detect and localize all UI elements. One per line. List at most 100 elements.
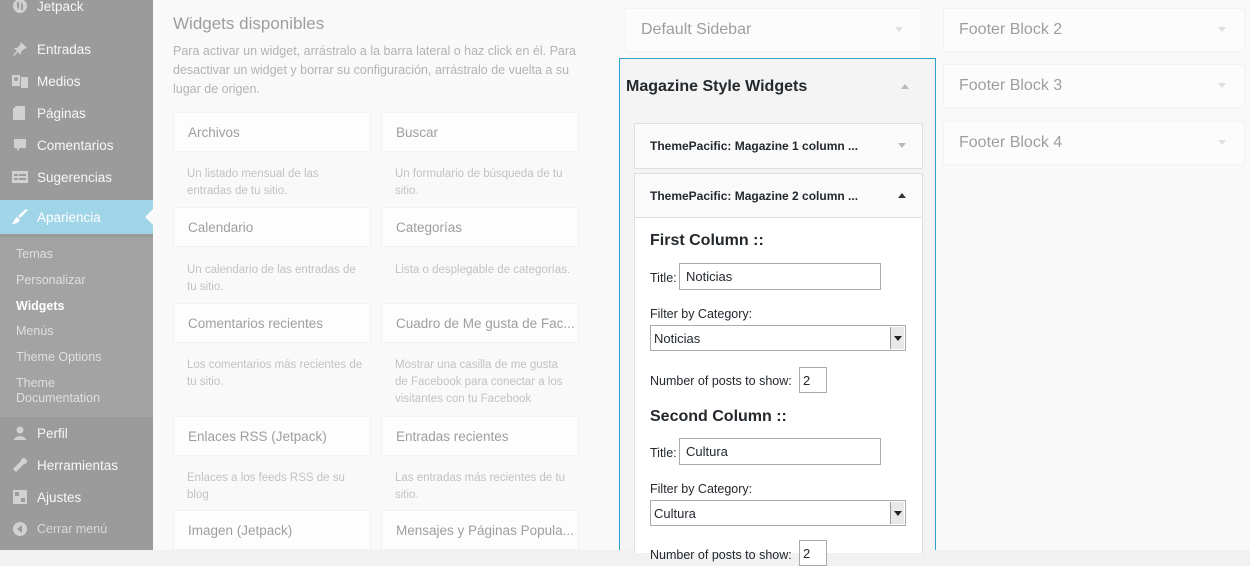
second-category-select[interactable]: Cultura — [650, 500, 906, 526]
submenu-item-menus[interactable]: Menús — [16, 324, 146, 339]
menu-item-jetpack[interactable]: Jetpack — [0, 0, 153, 21]
menu-item-apariencia[interactable]: Apariencia — [0, 200, 153, 234]
chevron-up-icon[interactable] — [898, 192, 906, 198]
menu-label-medios: Medios — [37, 73, 81, 89]
menu-label-herramientas: Herramientas — [37, 457, 119, 473]
sidebar-magazine-style-widgets: Magazine Style Widgets ThemePacific: Mag… — [619, 58, 936, 566]
collapse-menu-button[interactable]: Cerrar menú — [0, 514, 153, 544]
sidebar-default[interactable]: Default Sidebar — [625, 8, 922, 52]
settings-icon — [10, 487, 30, 507]
widget-imagen-jetpack[interactable]: Imagen (Jetpack) — [173, 510, 371, 550]
page-icon — [10, 103, 30, 123]
widget-settings-form: First Column :: Title: Noticias Filter b… — [635, 218, 922, 566]
widget-themepacific-2-column-header[interactable]: ThemePacific: Magazine 2 column ... — [635, 174, 922, 218]
menu-label-perfil: Perfil — [37, 425, 68, 441]
chevron-down-icon[interactable] — [895, 27, 903, 32]
widget-enlaces-rss[interactable]: Enlaces RSS (Jetpack) — [173, 416, 371, 456]
menu-item-herramientas[interactable]: Herramientas — [0, 450, 153, 480]
wrench-icon — [10, 455, 30, 475]
feedback-icon — [10, 167, 30, 187]
widget-themepacific-1-column[interactable]: ThemePacific: Magazine 1 column ... — [634, 123, 923, 169]
widget-entradas-recientes[interactable]: Entradas recientes — [381, 416, 579, 456]
available-widgets-description: Para activar un widget, arrástralo a la … — [173, 44, 576, 96]
submenu-item-widgets[interactable]: Widgets — [16, 299, 146, 314]
widget-desc-archivos: Un listado mensual de las entradas de tu… — [187, 168, 319, 197]
sidebar-footer-block-2[interactable]: Footer Block 2 — [943, 8, 1245, 52]
submenu-item-personalizar[interactable]: Personalizar — [16, 273, 146, 288]
menu-label-ajustes: Ajustes — [37, 489, 82, 505]
sidebar-default-title: Default Sidebar — [641, 21, 752, 38]
submenu-item-theme-options[interactable]: Theme Options — [16, 350, 146, 365]
chevron-up-icon[interactable] — [901, 83, 909, 89]
sidebar-footer-block-2-title: Footer Block 2 — [959, 21, 1063, 38]
sidebar-footer-block-3-title: Footer Block 3 — [959, 77, 1063, 94]
widget-cuadro-me-gusta[interactable]: Cuadro de Me gusta de Fac... — [381, 303, 579, 343]
second-column-heading: Second Column :: — [650, 408, 787, 425]
widget-desc-categorias: Lista o desplegable de categorías. — [395, 264, 571, 276]
menu-item-entradas[interactable]: Entradas — [0, 34, 153, 64]
second-title-input[interactable]: Cultura — [679, 438, 881, 465]
first-filter-label: Filter by Category: — [650, 307, 753, 321]
brush-icon — [10, 207, 30, 227]
widget-themepacific-2-column: ThemePacific: Magazine 2 column ... Firs… — [634, 173, 923, 566]
submenu-item-theme-documentation[interactable]: Theme Documentation — [16, 376, 101, 406]
pin-icon — [10, 39, 30, 59]
widget-calendario[interactable]: Calendario — [173, 207, 371, 247]
widget-themepacific-1-column-title: ThemePacific: Magazine 1 column ... — [650, 139, 859, 153]
widget-mensajes-paginas-populares[interactable]: Mensajes y Páginas Popula... — [381, 510, 579, 550]
dropdown-arrow-icon[interactable] — [890, 327, 904, 349]
sidebar-magazine-header[interactable]: Magazine Style Widgets — [620, 59, 935, 114]
chevron-down-icon[interactable] — [1218, 83, 1226, 88]
menu-item-comentarios[interactable]: Comentarios — [0, 130, 153, 160]
collapse-menu-label: Cerrar menú — [37, 522, 108, 536]
media-icon — [10, 71, 30, 91]
second-filter-label: Filter by Category: — [650, 482, 753, 496]
widget-comentarios-recientes[interactable]: Comentarios recientes — [173, 303, 371, 343]
menu-label-comentarios: Comentarios — [37, 137, 114, 153]
widget-themepacific-2-column-title: ThemePacific: Magazine 2 column ... — [650, 188, 859, 203]
menu-label-sugerencias: Sugerencias — [37, 169, 113, 185]
menu-label-paginas: Páginas — [37, 105, 86, 121]
sidebar-magazine-title: Magazine Style Widgets — [626, 77, 808, 95]
widget-buscar[interactable]: Buscar — [381, 112, 579, 152]
menu-item-paginas[interactable]: Páginas — [0, 98, 153, 128]
jetpack-icon — [10, 0, 30, 16]
dropdown-arrow-icon[interactable] — [890, 502, 904, 524]
widget-archivos[interactable]: Archivos — [173, 112, 371, 152]
first-title-input[interactable]: Noticias — [679, 263, 881, 290]
menu-label-jetpack: Jetpack — [37, 0, 84, 14]
menu-item-ajustes[interactable]: Ajustes — [0, 482, 153, 512]
admin-sidebar: Jetpack Entradas Medios Páginas Comentar… — [0, 0, 153, 550]
menu-item-sugerencias[interactable]: Sugerencias — [0, 162, 153, 192]
second-category-value: Cultura — [654, 505, 696, 521]
first-title-label: Title: — [650, 271, 677, 285]
menu-label-apariencia: Apariencia — [37, 209, 101, 225]
user-icon — [10, 423, 30, 443]
chevron-down-icon[interactable] — [1218, 140, 1226, 145]
submenu-item-temas[interactable]: Temas — [16, 247, 146, 262]
widget-desc-calendario: Un calendario de las entradas de tu siti… — [187, 264, 356, 293]
menu-label-entradas: Entradas — [37, 41, 92, 57]
second-title-label: Title: — [650, 446, 677, 460]
widget-categorias[interactable]: Categorías — [381, 207, 579, 247]
sidebar-footer-block-4[interactable]: Footer Block 4 — [943, 121, 1245, 165]
chevron-down-icon[interactable] — [898, 143, 906, 148]
menu-item-perfil[interactable]: Perfil — [0, 418, 153, 448]
chevron-down-icon[interactable] — [1218, 27, 1226, 32]
available-widgets-panel: Widgets disponibles Para activar un widg… — [173, 0, 593, 550]
second-posts-input[interactable]: 2 — [799, 540, 827, 566]
widget-desc-entradas-recientes: Las entradas más recientes de tu sitio. — [395, 472, 566, 501]
available-widgets-title: Widgets disponibles — [173, 14, 325, 33]
widget-desc-comentarios-recientes: Los comentarios más recientes de tu siti… — [187, 359, 363, 388]
widget-themepacific-1-column-header[interactable]: ThemePacific: Magazine 1 column ... — [635, 124, 922, 168]
widget-desc-enlaces-rss: Enlaces a los feeds RSS de su blog — [187, 472, 345, 501]
sidebar-footer-block-3[interactable]: Footer Block 3 — [943, 64, 1245, 108]
first-category-select[interactable]: Noticias — [650, 325, 906, 351]
first-category-value: Noticias — [654, 330, 701, 346]
first-posts-label: Number of posts to show: — [650, 374, 792, 388]
menu-item-medios[interactable]: Medios — [0, 66, 153, 96]
widget-desc-buscar: Un formulario de búsqueda de tu sitio. — [395, 168, 563, 197]
appearance-submenu: Temas Personalizar Widgets Menús Theme O… — [0, 237, 153, 417]
first-posts-input[interactable]: 2 — [799, 367, 827, 393]
first-column-heading: First Column :: — [650, 232, 764, 249]
